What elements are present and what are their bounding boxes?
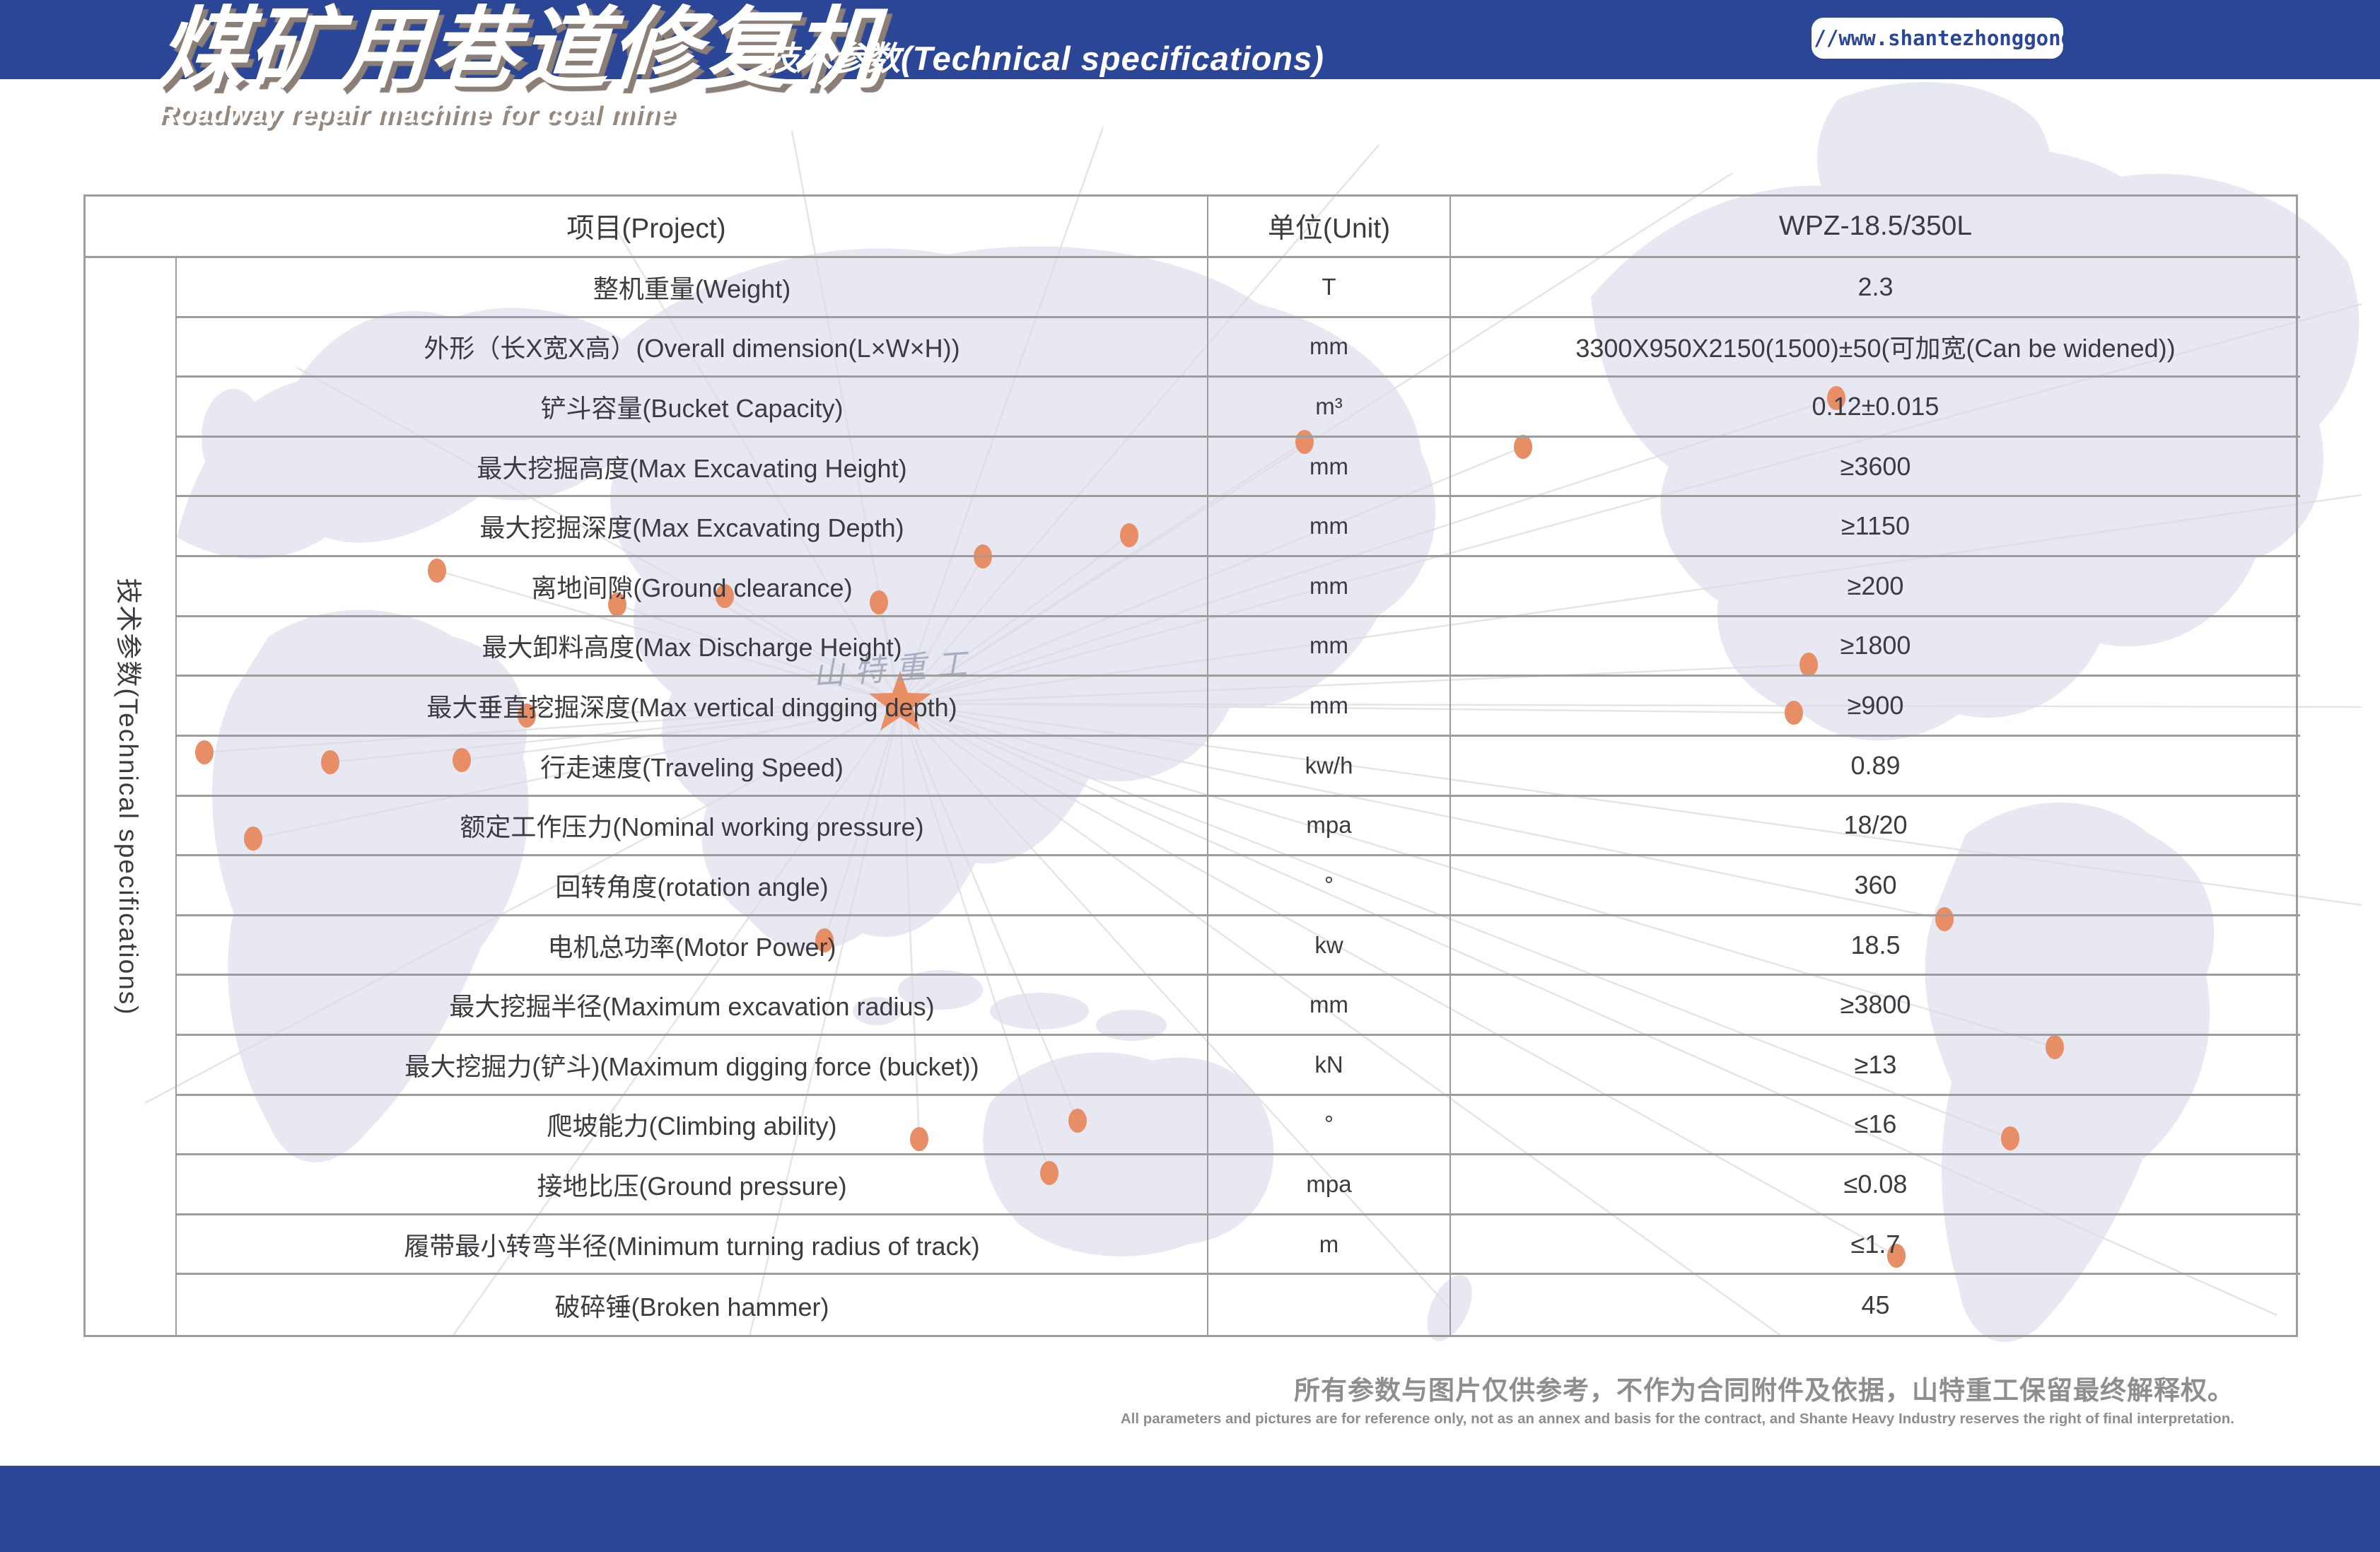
table-cell-unit: kw/h (1208, 737, 1451, 797)
table-cell-project: 额定工作压力(Nominal working pressure) (177, 797, 1208, 857)
disclaimer-english: All parameters and pictures are for refe… (1121, 1411, 2234, 1428)
table-cell-unit: mm (1208, 557, 1451, 617)
table-cell-project: 最大垂直挖掘深度(Max vertical dingging depth) (177, 677, 1208, 737)
table-cell-value: ≤0.08 (1451, 1155, 2300, 1215)
table-cell-value: 18.5 (1451, 916, 2300, 976)
table-cell-unit (1208, 1275, 1451, 1335)
column-header-unit: 单位(Unit) (1208, 197, 1451, 258)
table-cell-project: 接地比压(Ground pressure) (177, 1155, 1208, 1215)
table-cell-value: ≥13 (1451, 1036, 2300, 1096)
table-cell-project: 最大挖掘力(铲斗)(Maximum digging force (bucket)… (177, 1036, 1208, 1096)
table-cell-value: 3300X950X2150(1500)±50(可加宽(Can be widene… (1451, 318, 2300, 378)
table-cell-unit: m (1208, 1215, 1451, 1276)
table-cell-value: 0.89 (1451, 737, 2300, 797)
table-cell-project: 最大挖掘深度(Max Excavating Depth) (177, 497, 1208, 557)
table-cell-value: 18/20 (1451, 797, 2300, 857)
footer-band (0, 1466, 2380, 1552)
table-cell-value: 360 (1451, 856, 2300, 916)
table-cell-value: ≥1800 (1451, 617, 2300, 677)
table-cell-project: 铲斗容量(Bucket Capacity) (177, 378, 1208, 438)
table-cell-unit: mm (1208, 438, 1451, 498)
table-cell-project: 电机总功率(Motor Power) (177, 916, 1208, 976)
table-cell-value: 45 (1451, 1275, 2300, 1335)
table-cell-project: 离地间隙(Ground clearance) (177, 557, 1208, 617)
table-cell-value: ≥3600 (1451, 438, 2300, 498)
table-cell-value: ≤16 (1451, 1096, 2300, 1156)
side-vertical-label-cell: 技术参数(Technical specifications) (86, 258, 177, 1335)
specifications-table: 项目(Project) 单位(Unit) WPZ-18.5/350L 技术参数(… (83, 194, 2298, 1337)
table-cell-unit: mm (1208, 677, 1451, 737)
table-cell-value: 0.12±0.015 (1451, 378, 2300, 438)
column-header-model: WPZ-18.5/350L (1451, 197, 2300, 258)
table-cell-unit: mm (1208, 318, 1451, 378)
website-link[interactable]: Http://www.shantezhonggong.com (1812, 18, 2063, 59)
table-cell-value: ≤1.7 (1451, 1215, 2300, 1276)
table-cell-unit: mm (1208, 497, 1451, 557)
table-cell-project: 爬坡能力(Climbing ability) (177, 1096, 1208, 1156)
disclaimer-chinese: 所有参数与图片仅供参考，不作为合同附件及依据，山特重工保留最终解释权。 (1121, 1369, 2234, 1407)
disclaimer-block: 所有参数与图片仅供参考，不作为合同附件及依据，山特重工保留最终解释权。 All … (1121, 1369, 2234, 1428)
table-cell-project: 最大挖掘高度(Max Excavating Height) (177, 438, 1208, 498)
table-cell-value: ≥3800 (1451, 976, 2300, 1036)
table-cell-project: 回转角度(rotation angle) (177, 856, 1208, 916)
table-cell-unit: mm (1208, 617, 1451, 677)
table-cell-unit: mpa (1208, 1155, 1451, 1215)
table-cell-project: 破碎锤(Broken hammer) (177, 1275, 1208, 1335)
table-cell-unit: kw (1208, 916, 1451, 976)
table-cell-project: 外形（长X宽X高）(Overall dimension(L×W×H)) (177, 318, 1208, 378)
table-cell-unit: mpa (1208, 797, 1451, 857)
table-cell-unit: T (1208, 258, 1451, 318)
table-cell-unit: kN (1208, 1036, 1451, 1096)
table-cell-project: 行走速度(Traveling Speed) (177, 737, 1208, 797)
table-cell-unit: m³ (1208, 378, 1451, 438)
table-cell-unit: ° (1208, 856, 1451, 916)
side-vertical-label: 技术参数(Technical specifications) (112, 578, 150, 1015)
table-cell-unit: mm (1208, 976, 1451, 1036)
brand-subtitle: Roadway repair machine for coal mine (158, 99, 882, 129)
table-cell-project: 最大卸料高度(Max Discharge Height) (177, 617, 1208, 677)
website-url-text: Http://www.shantezhonggong.com (1752, 26, 2123, 50)
table-cell-unit: ° (1208, 1096, 1451, 1156)
table-cell-project: 整机重量(Weight) (177, 258, 1208, 318)
table-cell-project: 履带最小转弯半径(Minimum turning radius of track… (177, 1215, 1208, 1276)
table-cell-value: 2.3 (1451, 258, 2300, 318)
table-cell-project: 最大挖掘半径(Maximum excavation radius) (177, 976, 1208, 1036)
table-cell-value: ≥900 (1451, 677, 2300, 737)
column-header-project: 项目(Project) (86, 197, 1208, 258)
table-cell-value: ≥1150 (1451, 497, 2300, 557)
page-title: 技术参数(Technical specifications) (765, 31, 1324, 80)
table-cell-value: ≥200 (1451, 557, 2300, 617)
